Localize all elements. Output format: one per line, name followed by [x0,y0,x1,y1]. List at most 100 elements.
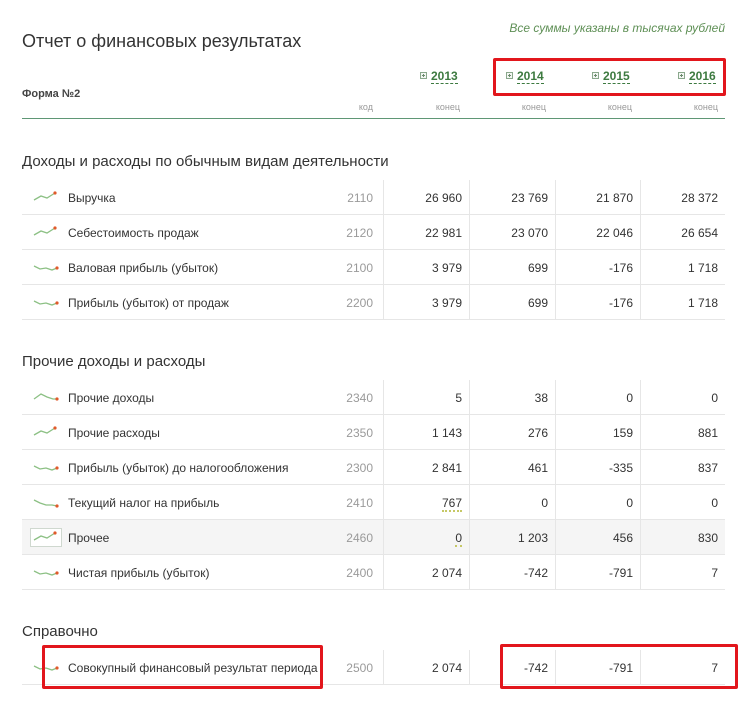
value-cell: 5 [383,380,469,414]
table-row[interactable]: Текущий налог на прибыль 2410 767 0 0 0 [22,485,725,520]
value-text: 0 [626,391,633,405]
value-cell: 7 [640,555,725,589]
sparkline-icon [33,531,57,541]
value-cell: 837 [640,450,725,484]
value-text: 0 [541,496,548,510]
row-label-highlight-box [42,645,323,689]
value-cell: 21 870 [555,180,640,214]
value-text: 21 870 [596,191,633,205]
value-text: 1 718 [687,261,718,275]
sparkline-icon [33,393,59,401]
value-cell: 0 [555,485,640,519]
value-text: 2 841 [431,461,462,475]
row-label: Валовая прибыль (убыток) [68,261,219,275]
table-row[interactable]: Прочие доходы 2340 5 38 0 0 [22,380,725,415]
value-cell: 456 [555,520,640,554]
row-code: 2400 [346,566,373,580]
sparkline-icon [33,191,57,201]
value-text: 837 [697,461,718,475]
value-text[interactable]: 0 [455,531,462,547]
value-text: -176 [608,261,633,275]
value-text: 1 718 [687,296,718,310]
value-cell: 159 [555,415,640,449]
value-text: -176 [608,296,633,310]
table-row[interactable]: Прочие расходы 2350 1 143 276 159 881 [22,415,725,450]
table-row[interactable]: Прибыль (убыток) до налогообложения 2300 2… [22,450,725,485]
value-cell: 0 [555,380,640,414]
value-text: -742 [523,566,548,580]
table-row[interactable]: Выручка 2110 26 960 23 769 21 870 28 372 [22,180,725,215]
value-text: 3 979 [431,261,462,275]
value-text: 2 074 [431,661,462,675]
plus-square-icon[interactable] [420,72,427,79]
value-text: 0 [711,496,718,510]
sparkline-icon [33,265,59,271]
value-cell: 23 070 [469,215,555,249]
value-text: 28 372 [681,191,718,205]
value-cell: 2 074 [383,650,469,684]
value-cell: -176 [555,250,640,284]
value-text: 159 [612,426,633,440]
value-cell: 276 [469,415,555,449]
value-cell: 767 [383,485,469,519]
value-cell: 1 718 [640,285,725,319]
value-text: 5 [455,391,462,405]
year-label[interactable]: 2013 [431,69,458,84]
table-row[interactable]: Прибыль (убыток) от продаж 2200 3 979 699 -1… [22,285,725,320]
value-cell: 23 769 [469,180,555,214]
value-cell: 1 203 [469,520,555,554]
value-text: 23 769 [511,191,548,205]
value-text: 7 [711,566,718,580]
value-text: 0 [626,496,633,510]
table-row[interactable]: Чистая прибыль (убыток) 2400 2 074 -742 -791… [22,555,725,590]
row-code: 2110 [347,191,373,205]
row-code: 2300 [346,461,373,475]
value-cell: 22 046 [555,215,640,249]
year-header-2013[interactable]: 2013 [420,69,458,84]
years-highlight-box [493,58,726,96]
row-code: 2200 [346,296,373,310]
table-row[interactable]: Себестоимость продаж 2120 22 981 23 070 22 0… [22,215,725,250]
value-cell: 2 841 [383,450,469,484]
value-text: -335 [608,461,633,475]
sparkline-icon [33,465,59,471]
value-text: 23 070 [511,226,548,240]
row-code: 2460 [346,531,373,545]
value-text: 276 [527,426,548,440]
value-text: 456 [612,531,633,545]
value-text: 830 [697,531,718,545]
value-text[interactable]: 767 [441,496,462,512]
value-text: 2 074 [431,566,462,580]
row-code: 2350 [346,426,373,440]
value-cell: 3 979 [383,250,469,284]
value-text: 0 [711,391,718,405]
value-text: 26 654 [681,226,718,240]
section-title: Справочно [22,623,98,640]
row-label: Себестоимость продаж [68,226,199,240]
report-title: Отчет о финансовых результатах [22,31,302,51]
sparkline-icon [33,300,59,306]
header-divider [22,118,725,119]
value-cell: -791 [555,555,640,589]
value-text: 699 [527,261,548,275]
value-text: -791 [608,566,633,580]
period-header-2014: конец [521,102,546,112]
values-highlight-box [500,644,738,689]
value-text: 1 203 [517,531,548,545]
value-cell: 0 [469,485,555,519]
currency-note: Все суммы указаны в тысячах рублей [509,21,725,35]
value-cell: 26 654 [640,215,725,249]
value-cell: 0 [640,380,725,414]
row-label: Прочее [68,531,110,545]
value-cell: -335 [555,450,640,484]
table-row[interactable]: Валовая прибыль (убыток) 2100 3 979 699 -176… [22,250,725,285]
value-text: 26 960 [425,191,462,205]
value-text: 3 979 [431,296,462,310]
value-cell: 0 [640,485,725,519]
value-text: 38 [534,391,548,405]
form-label: Форма №2 [22,88,81,100]
table-row[interactable]: Прочее 2460 0 1 203 456 830 [22,520,725,555]
value-cell: 699 [469,285,555,319]
period-header-2013: конец [435,102,460,112]
row-code: 2410 [346,496,373,510]
